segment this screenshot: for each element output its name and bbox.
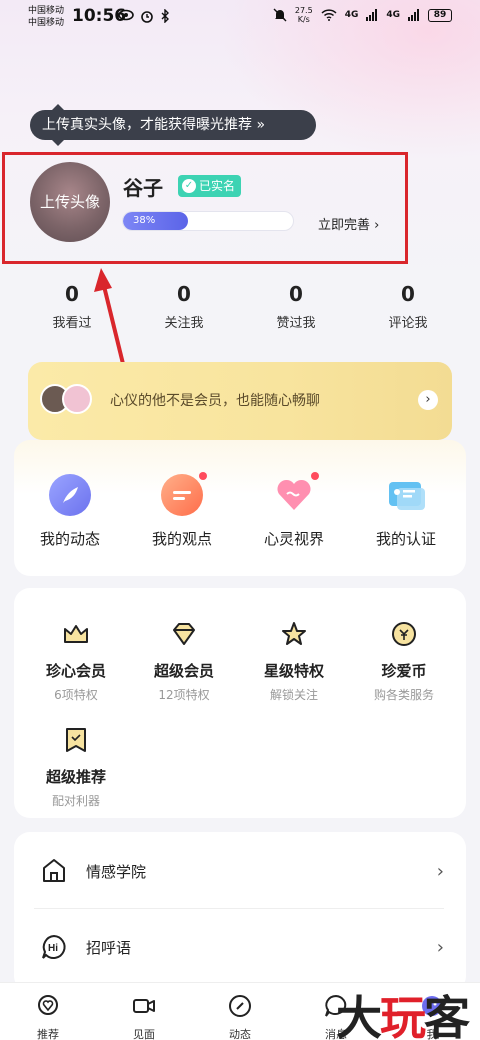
- list-item-emotion-academy[interactable]: 情感学院 ›: [40, 851, 444, 891]
- bookmark-icon: [66, 728, 86, 752]
- alarm-icon: [141, 11, 153, 23]
- video-icon: [133, 999, 155, 1013]
- list-item-label: 招呼语: [86, 938, 132, 957]
- wifi-icon: [321, 9, 337, 21]
- network-speed: 27.5 K/s: [295, 6, 313, 24]
- carrier-1: 中国移动: [28, 6, 65, 16]
- speed-unit: K/s: [297, 15, 310, 24]
- privilege-zhenxin-member[interactable]: 珍心会员 6项特权: [20, 620, 132, 703]
- vip-avatar-group: [40, 384, 100, 414]
- stat-value: 0: [401, 282, 415, 306]
- status-right-icons: 27.5 K/s 4G 4G 89: [273, 6, 452, 24]
- heart-bubble-icon: [38, 995, 58, 1015]
- signal-bars-icon: [408, 9, 419, 21]
- nav-label: 动态: [229, 1028, 251, 1040]
- chevron-right-icon: ›: [436, 860, 444, 882]
- privilege-subtitle: 配对利器: [51, 794, 100, 808]
- carrier-info: 中国移动 中国移动: [28, 5, 64, 29]
- annotation-highlight-box: [2, 152, 408, 264]
- privilege-super-member[interactable]: 超级会员 12项特权: [128, 620, 240, 703]
- status-bar: 中国移动 中国移动 10:56 27.5 K/s 4G 4G 89: [0, 0, 480, 36]
- mute-icon: [273, 8, 287, 22]
- watermark-logo: 大玩客: [336, 982, 470, 1040]
- list-item-greetings[interactable]: Hi 招呼语 ›: [40, 927, 444, 967]
- stat-value: 0: [177, 282, 191, 306]
- signal-1-label: 4G: [344, 10, 359, 20]
- eye-icon: [118, 9, 134, 21]
- stat-liked[interactable]: 0 赞过我: [240, 282, 352, 331]
- privilege-title: 珍心会员: [45, 662, 106, 680]
- chevron-right-icon: ›: [436, 936, 444, 958]
- watermark-char: 大: [336, 991, 382, 1040]
- watermark-char: 玩: [380, 991, 426, 1040]
- nav-label: 见面: [133, 1028, 155, 1040]
- stat-followers[interactable]: 0 关注我: [128, 282, 240, 331]
- carrier-2: 中国移动: [28, 18, 65, 28]
- stat-value: 0: [289, 282, 303, 306]
- privilege-subtitle: 购各类服务: [373, 688, 434, 702]
- id-card-icon: [385, 474, 427, 516]
- stat-value: 0: [65, 282, 79, 306]
- coin-icon: [392, 622, 416, 646]
- bluetooth-icon: [161, 9, 169, 23]
- vip-banner-text: 心仪的他不是会员，也能随心畅聊: [110, 393, 320, 409]
- stat-viewed[interactable]: 0 我看过: [16, 282, 128, 331]
- vip-banner-arrow-icon[interactable]: ›: [418, 390, 438, 410]
- feature-label: 我的认证: [375, 530, 436, 548]
- star-icon: [282, 622, 306, 645]
- compass-icon: [229, 995, 251, 1017]
- privilege-title: 超级推荐: [45, 768, 106, 786]
- privilege-subtitle: 6项特权: [54, 688, 98, 702]
- privilege-title: 珍爱币: [381, 662, 427, 680]
- upload-avatar-tooltip[interactable]: 上传真实头像，才能获得曝光推荐 »: [30, 104, 316, 146]
- nav-recommend[interactable]: 推荐: [0, 983, 96, 1040]
- notification-dot: [199, 472, 207, 480]
- status-left-icons: [118, 9, 170, 23]
- privilege-coins[interactable]: 珍爱币 购各类服务: [348, 620, 460, 703]
- chat-bubble-icon: [161, 472, 207, 516]
- feature-label: 心灵视界: [263, 530, 324, 548]
- nav-meet[interactable]: 见面: [96, 983, 192, 1040]
- notification-dot: [311, 472, 319, 480]
- feather-icon: [49, 474, 91, 516]
- list-item-label: 情感学院: [86, 862, 147, 881]
- privilege-title: 超级会员: [153, 662, 214, 680]
- watermark-char: 客: [424, 991, 470, 1040]
- stat-label: 评论我: [388, 316, 428, 331]
- house-icon: [43, 859, 65, 882]
- nav-label: 推荐: [37, 1028, 59, 1040]
- feature-soul-vision[interactable]: 心灵视界: [238, 472, 350, 549]
- battery-indicator: 89: [428, 8, 452, 22]
- signal-bars-icon: [366, 9, 378, 21]
- diamond-icon: [173, 623, 195, 645]
- feature-my-certification[interactable]: 我的认证: [350, 474, 462, 549]
- feature-label: 我的观点: [151, 530, 212, 548]
- stat-comments[interactable]: 0 评论我: [352, 282, 464, 331]
- feature-my-posts[interactable]: 我的动态: [14, 474, 126, 549]
- privilege-super-recommend[interactable]: 超级推荐 配对利器: [20, 726, 132, 809]
- avatar: [62, 384, 92, 414]
- stat-label: 关注我: [164, 316, 204, 331]
- crown-icon: [64, 625, 88, 643]
- divider: [34, 908, 444, 909]
- signal-2-label: 4G: [386, 10, 400, 20]
- stats-row: 0 我看过 0 关注我 0 赞过我 0 评论我: [16, 282, 464, 331]
- stat-label: 我看过: [52, 316, 92, 331]
- privilege-subtitle: 解锁关注: [269, 688, 318, 702]
- svg-text:Hi: Hi: [48, 943, 58, 954]
- speed-value: 27.5: [294, 6, 313, 15]
- privilege-subtitle: 12项特权: [158, 688, 210, 702]
- feature-label: 我的动态: [39, 530, 100, 548]
- nav-moments[interactable]: 动态: [192, 983, 288, 1040]
- privilege-title: 星级特权: [263, 662, 324, 680]
- heart-icon: [273, 472, 319, 516]
- stat-label: 赞过我: [276, 316, 316, 331]
- privilege-star[interactable]: 星级特权 解锁关注: [238, 620, 350, 703]
- hi-bubble-icon: Hi: [42, 934, 66, 959]
- feature-my-views[interactable]: 我的观点: [126, 472, 238, 549]
